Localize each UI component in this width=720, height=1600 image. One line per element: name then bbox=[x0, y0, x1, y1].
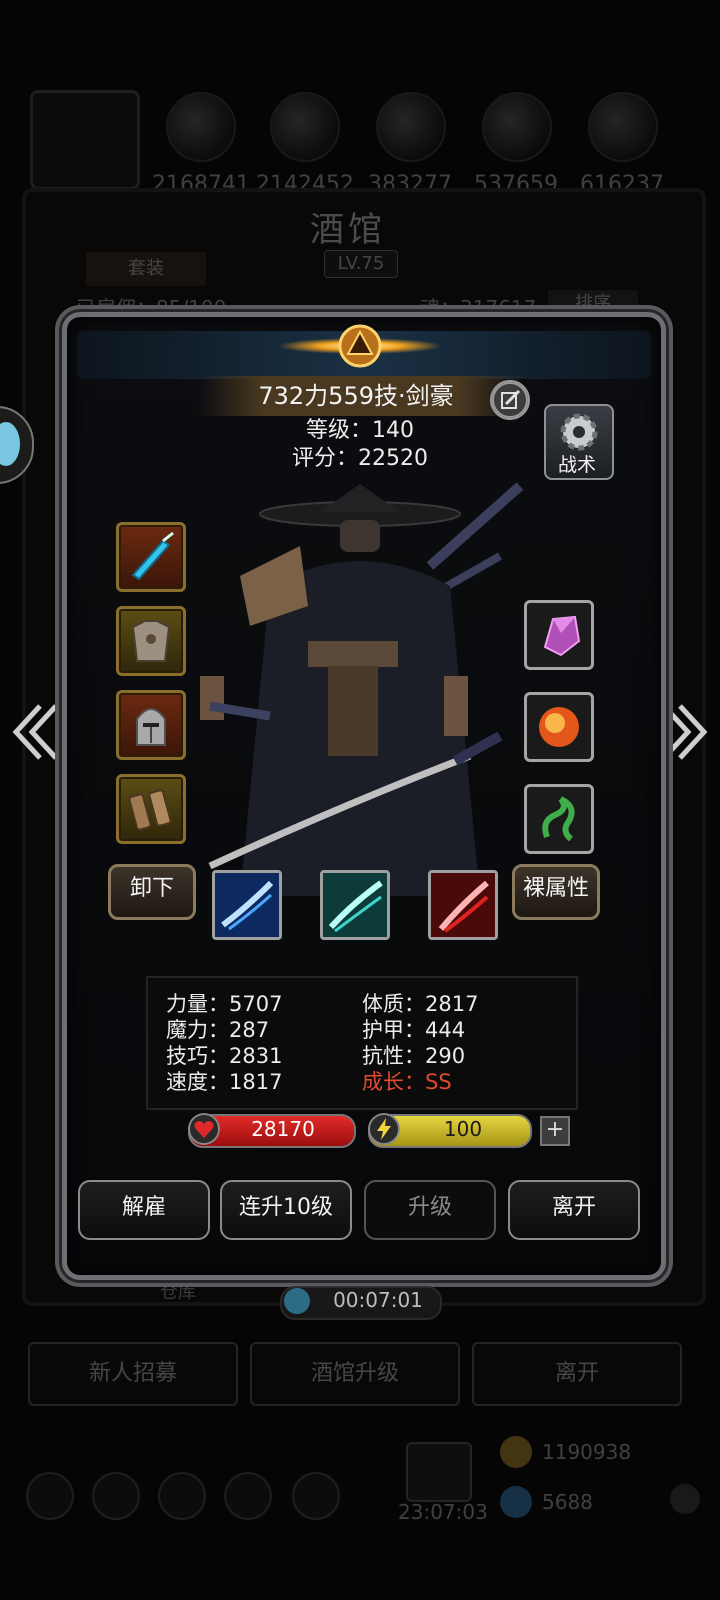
heart-icon bbox=[188, 1113, 220, 1145]
gift-icon[interactable] bbox=[406, 1442, 472, 1502]
menu-icon[interactable] bbox=[92, 1472, 140, 1520]
add-energy-button[interactable]: + bbox=[540, 1116, 570, 1146]
resource-icon bbox=[482, 92, 552, 162]
bracers-icon bbox=[128, 789, 172, 831]
menu-icon[interactable] bbox=[158, 1472, 206, 1520]
equip-slot-charm[interactable] bbox=[524, 784, 594, 854]
resource-icon bbox=[588, 92, 658, 162]
skill-slot-1[interactable] bbox=[212, 870, 282, 940]
lightning-icon bbox=[368, 1113, 400, 1145]
weapon-sword-icon bbox=[131, 531, 174, 581]
skill-slot-3[interactable] bbox=[428, 870, 498, 940]
red-slash-skill-icon bbox=[431, 873, 495, 937]
dialog-emblem-icon bbox=[278, 324, 442, 368]
tavern-upgrade-button[interactable]: 酒馆升级 bbox=[250, 1342, 460, 1406]
equip-slot-gem[interactable] bbox=[524, 600, 594, 670]
next-hero-arrow-icon[interactable] bbox=[660, 700, 710, 764]
resource-icon bbox=[270, 92, 340, 162]
level-up-10-button[interactable]: 连升10级 bbox=[220, 1180, 352, 1240]
skill-slot-2[interactable] bbox=[320, 870, 390, 940]
resource-icon bbox=[166, 92, 236, 162]
crystal-gem-icon bbox=[543, 615, 581, 657]
previous-hero-arrow-icon[interactable] bbox=[10, 700, 60, 764]
add-currency-icon[interactable] bbox=[670, 1484, 700, 1514]
equip-slot-bracers[interactable] bbox=[116, 774, 186, 844]
equip-slot-orb[interactable] bbox=[524, 692, 594, 762]
energy-value: 100 bbox=[443, 1117, 483, 1141]
dismiss-button[interactable]: 解雇 bbox=[78, 1180, 210, 1240]
attr-growth: 成长：SS bbox=[362, 1070, 452, 1094]
tactics-label: 战术 bbox=[557, 454, 596, 476]
fire-orb-icon bbox=[539, 707, 579, 747]
hero-name: 732力559技·剑豪 bbox=[258, 382, 454, 410]
jade-dragon-icon bbox=[542, 796, 575, 842]
top-slot-frame bbox=[30, 90, 140, 190]
leave-button[interactable]: 离开 bbox=[508, 1180, 640, 1240]
gold-coin-icon bbox=[500, 1436, 532, 1468]
set-tab[interactable]: 套装 bbox=[86, 252, 206, 286]
level-up-button[interactable]: 升级 bbox=[364, 1180, 496, 1240]
warehouse-label: 仓库 bbox=[160, 1282, 196, 1303]
menu-icon[interactable] bbox=[292, 1472, 340, 1520]
clock-text: 23:07:03 bbox=[398, 1500, 488, 1524]
tavern-leave-button[interactable]: 离开 bbox=[472, 1342, 682, 1406]
cyan-slash-skill-icon bbox=[323, 873, 387, 937]
armor-chest-icon bbox=[131, 620, 171, 662]
menu-icon[interactable] bbox=[26, 1472, 74, 1520]
recruit-button[interactable]: 新人招募 bbox=[28, 1342, 238, 1406]
equip-slot-weapon[interactable] bbox=[116, 522, 186, 592]
hp-value: 28170 bbox=[251, 1117, 315, 1141]
timer-icon bbox=[284, 1288, 310, 1314]
helmet-icon bbox=[136, 708, 166, 746]
edit-name-icon[interactable] bbox=[490, 380, 530, 420]
hero-score: 评分：22520 bbox=[292, 446, 428, 471]
equip-slot-armor[interactable] bbox=[116, 606, 186, 676]
base-attributes-button[interactable]: 裸属性 bbox=[512, 864, 600, 920]
gem-icon bbox=[500, 1486, 532, 1518]
attr-speed: 速度：1817 bbox=[166, 1070, 283, 1094]
tavern-level: LV.75 bbox=[324, 250, 398, 278]
timer-text: 00:07:01 bbox=[333, 1288, 423, 1312]
blue-slash-skill-icon bbox=[215, 873, 279, 937]
resource-icon bbox=[376, 92, 446, 162]
gold-amount: 1190938 bbox=[542, 1440, 632, 1464]
menu-icon[interactable] bbox=[224, 1472, 272, 1520]
gem-amount: 5688 bbox=[542, 1490, 593, 1514]
tavern-title: 酒馆 bbox=[310, 210, 386, 250]
equip-slot-helmet[interactable] bbox=[116, 690, 186, 760]
unequip-button[interactable]: 卸下 bbox=[108, 864, 196, 920]
